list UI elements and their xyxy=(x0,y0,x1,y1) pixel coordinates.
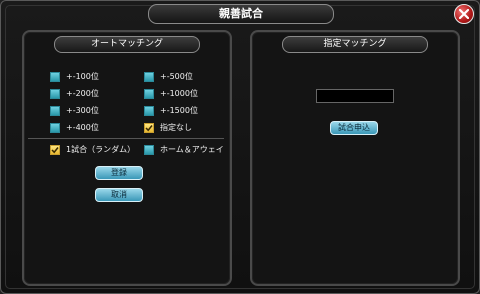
rank-1000-checkbox[interactable] xyxy=(144,89,154,99)
dialog-title: 親善試合 xyxy=(148,4,334,24)
checkmark-icon xyxy=(51,147,59,154)
single-match-random-checkbox[interactable] xyxy=(50,145,60,155)
apply-match-button[interactable]: 試合申込 xyxy=(330,121,378,135)
rank-100-label: +-100位 xyxy=(66,72,99,81)
rank-1500-label: +-1500位 xyxy=(160,106,198,115)
rank-1500-checkbox[interactable] xyxy=(144,106,154,116)
rank-500-label: +-500位 xyxy=(160,72,193,81)
register-button[interactable]: 登録 xyxy=(95,166,143,180)
options-divider xyxy=(28,138,224,139)
home-and-away-checkbox[interactable] xyxy=(144,145,154,155)
single-match-random-label: 1試合（ランダム） xyxy=(66,145,136,154)
no-rank-limit-checkbox[interactable] xyxy=(144,123,154,133)
specified-matching-header: 指定マッチング xyxy=(282,36,428,53)
rank-200-label: +-200位 xyxy=(66,89,99,98)
rank-400-label: +-400位 xyxy=(66,123,99,132)
rank-300-checkbox[interactable] xyxy=(50,106,60,116)
home-and-away-label: ホーム＆アウェイ xyxy=(160,145,224,154)
auto-matching-header: オートマッチング xyxy=(54,36,200,53)
rank-100-checkbox[interactable] xyxy=(50,72,60,82)
rank-300-label: +-300位 xyxy=(66,106,99,115)
auto-matching-panel: オートマッチング xyxy=(22,30,232,286)
cancel-button[interactable]: 取消 xyxy=(95,188,143,202)
opponent-input[interactable] xyxy=(316,89,394,103)
rank-1000-label: +-1000位 xyxy=(160,89,198,98)
rank-500-checkbox[interactable] xyxy=(144,72,154,82)
close-icon xyxy=(459,9,469,19)
specified-matching-panel: 指定マッチング xyxy=(250,30,460,286)
close-button[interactable] xyxy=(454,4,474,24)
rank-200-checkbox[interactable] xyxy=(50,89,60,99)
no-rank-limit-label: 指定なし xyxy=(160,123,192,132)
checkmark-icon xyxy=(145,125,153,132)
rank-400-checkbox[interactable] xyxy=(50,123,60,133)
